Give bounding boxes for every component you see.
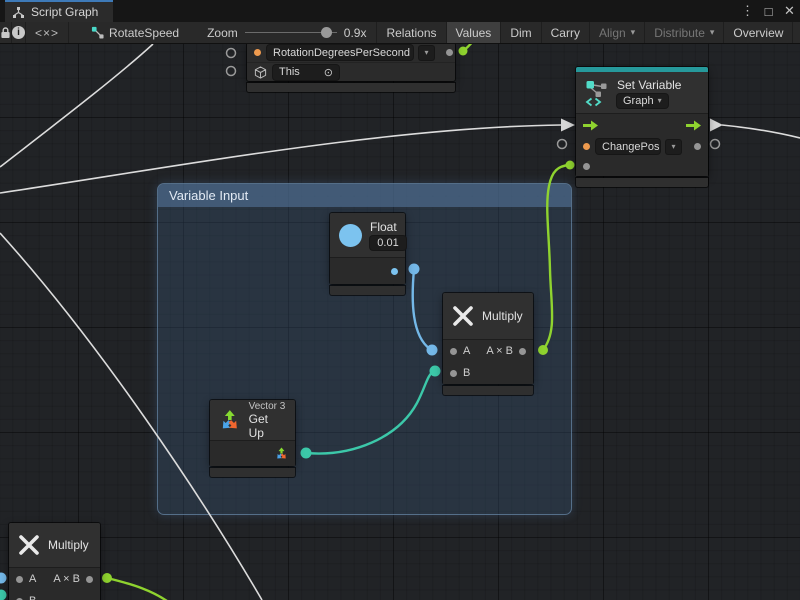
wire-end-green[interactable]: [566, 161, 575, 170]
dim-button[interactable]: Dim: [501, 22, 541, 43]
info-icon: i: [12, 26, 25, 39]
node-type: Vector 3: [249, 401, 286, 412]
overview-button[interactable]: Overview: [724, 22, 793, 43]
wire-green-bottom-multiply: [107, 578, 167, 600]
variable-dropdown[interactable]: RotationDegreesPerSecond: [267, 45, 413, 60]
node-title: Float: [370, 220, 406, 234]
code-preview-button[interactable]: <×>: [26, 22, 69, 43]
result-port[interactable]: [519, 348, 526, 355]
chevron-down-icon[interactable]: ▾: [666, 140, 681, 154]
vector3-axes-icon: [219, 409, 241, 431]
lock-button[interactable]: [0, 22, 12, 43]
chevron-down-icon[interactable]: ▾: [419, 46, 434, 60]
value-in-port[interactable]: [583, 163, 590, 170]
node-multiply-bottom[interactable]: Multiply A A × B B: [9, 523, 100, 600]
chevron-down-icon: ▾: [710, 27, 715, 38]
more-menu-icon[interactable]: ⋮: [739, 3, 756, 19]
node-multiply[interactable]: Multiply A A × B B: [443, 293, 533, 395]
result-port[interactable]: [86, 576, 93, 583]
graph-canvas[interactable]: Variable Input: [0, 44, 800, 600]
variable-port[interactable]: [583, 143, 590, 150]
value-out-port[interactable]: [391, 268, 398, 275]
node-title: Set Variable: [617, 78, 681, 92]
float-value-input[interactable]: 0.01: [370, 236, 406, 250]
zoom-slider[interactable]: [245, 32, 337, 33]
wire-white-out-setvariable: [722, 125, 800, 138]
gameobject-cube-icon: [254, 66, 267, 79]
variable-port[interactable]: [254, 49, 261, 56]
port-ring[interactable]: [227, 67, 236, 76]
flow-arrowhead-out[interactable]: [710, 119, 723, 132]
set-variable-icon: [585, 79, 609, 107]
node-vector3-get-up[interactable]: Vector 3 Get Up: [210, 400, 295, 477]
zoom-label: Zoom: [207, 26, 238, 40]
carry-button[interactable]: Carry: [542, 22, 590, 43]
maximize-icon[interactable]: □: [760, 4, 777, 19]
port-ring[interactable]: [227, 49, 236, 58]
input-b-port[interactable]: [450, 370, 457, 377]
zoom-slider-handle[interactable]: [321, 27, 332, 38]
values-button[interactable]: Values: [447, 22, 502, 43]
lock-icon: [0, 26, 11, 39]
value-out-port[interactable]: [694, 143, 701, 150]
node-set-variable[interactable]: Set Variable Graph ▾: [576, 67, 708, 187]
node-footer: [210, 468, 295, 477]
wire-end-green[interactable]: [102, 573, 112, 583]
tab-bar: Script Graph ⋮ □ ✕: [0, 0, 800, 22]
input-a-port[interactable]: [450, 348, 457, 355]
node-float-literal[interactable]: Float 0.01: [330, 213, 405, 295]
node-footer: [247, 83, 455, 92]
port-ring[interactable]: [558, 140, 567, 149]
graph-hierarchy-icon: [12, 6, 25, 19]
input-a-port[interactable]: [16, 576, 23, 583]
script-graph-window: Script Graph ⋮ □ ✕ i <×> RotateSpeed: [0, 0, 800, 600]
multiply-icon: [18, 534, 40, 556]
tab-title: Script Graph: [31, 5, 98, 19]
flow-arrowhead-in[interactable]: [561, 119, 575, 132]
node-footer: [443, 386, 533, 395]
node-get-variable[interactable]: RotationDegreesPerSecond ▾ This ⊙: [247, 44, 455, 92]
scope-dropdown[interactable]: Graph ▾: [617, 94, 668, 108]
zoom-value: 0.9x: [344, 26, 367, 40]
variable-dropdown[interactable]: ChangePos: [596, 139, 660, 154]
node-footer: [576, 178, 708, 187]
wire-end-teal[interactable]: [0, 590, 7, 600]
tab-script-graph[interactable]: Script Graph: [5, 0, 113, 22]
multiply-icon: [452, 305, 474, 327]
wire-green-getvariable-stub: [463, 44, 473, 51]
fullscreen-button[interactable]: Full Screen: [793, 22, 800, 43]
node-footer: [330, 286, 405, 295]
node-title: Get Up: [249, 412, 286, 440]
graph-breadcrumb[interactable]: RotateSpeed: [69, 22, 187, 43]
flow-in-port[interactable]: [583, 120, 598, 131]
node-title: Multiply: [482, 309, 523, 323]
group-title: Variable Input: [169, 188, 248, 203]
flow-out-port[interactable]: [686, 120, 701, 131]
wire-end-green[interactable]: [459, 47, 468, 56]
wire-end-blue[interactable]: [0, 573, 7, 584]
port-ring[interactable]: [711, 140, 720, 149]
relations-button[interactable]: Relations: [377, 22, 446, 43]
value-out-port[interactable]: [446, 49, 453, 56]
graph-name: RotateSpeed: [109, 26, 179, 40]
script-graph-asset-icon: [91, 26, 104, 39]
chevron-down-icon: ▾: [631, 27, 636, 38]
align-button[interactable]: Align ▾: [590, 22, 645, 43]
zoom-control: Zoom 0.9x: [187, 22, 377, 43]
distribute-button[interactable]: Distribute ▾: [645, 22, 724, 43]
float-type-icon: [339, 224, 362, 247]
graph-toolbar: i <×> RotateSpeed Zoom 0.9x Relations Va…: [0, 22, 800, 44]
wire-white-topleft: [0, 44, 153, 167]
close-icon[interactable]: ✕: [781, 3, 798, 19]
object-picker-icon[interactable]: ⊙: [324, 66, 333, 79]
chevron-down-icon: ▾: [658, 96, 662, 105]
vector3-out-port[interactable]: [275, 447, 288, 460]
node-title: Multiply: [48, 538, 89, 552]
group-header[interactable]: Variable Input: [158, 184, 571, 207]
inspect-button[interactable]: i: [12, 22, 26, 43]
target-field[interactable]: This ⊙: [273, 65, 339, 80]
